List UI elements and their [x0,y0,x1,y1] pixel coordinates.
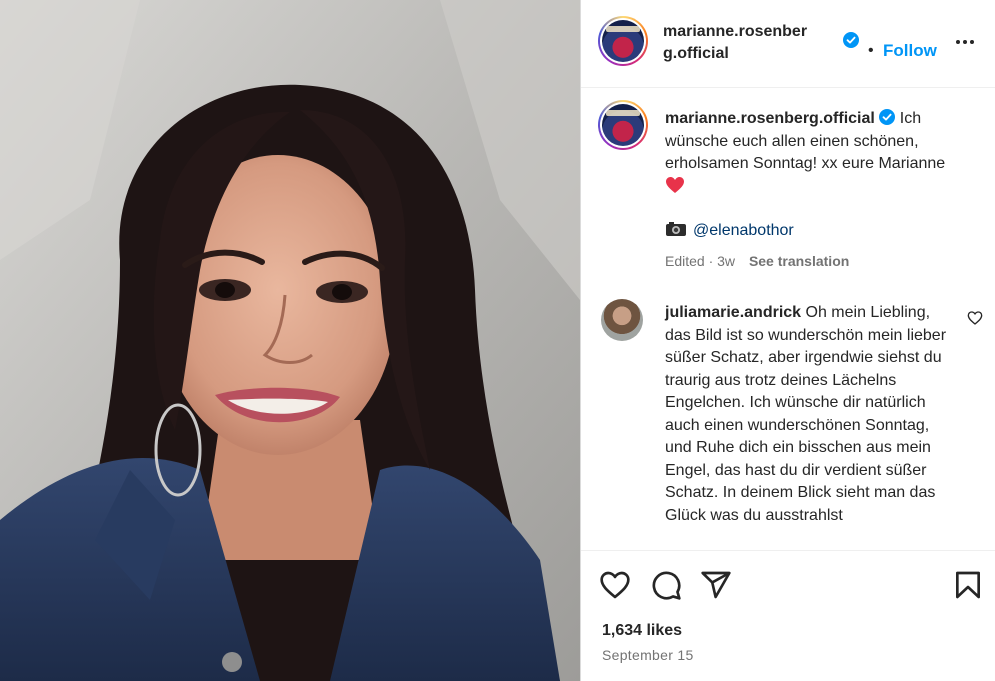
post-sidebar: marianne.rosenberg.official • Follow mar… [580,0,995,681]
author-username[interactable]: marianne.rosenberg.official [663,21,813,65]
photo-credit: @elenabothor [665,220,794,242]
caption-meta: Edited · 3w See translation [665,252,849,270]
author-avatar[interactable] [598,16,648,66]
post-date: September 15 [602,647,694,663]
save-bookmark-icon[interactable] [952,569,984,601]
comment-bubble-icon[interactable] [650,569,682,601]
share-send-icon[interactable] [700,569,732,601]
post-actions: 1,634 likes September 15 [581,550,995,681]
edited-timestamp: Edited · 3w [665,253,736,269]
portrait-photo [0,0,580,681]
post-caption: marianne.rosenberg.official Ich wünsche … [665,108,965,198]
camera-icon [666,222,686,236]
verified-badge-icon [879,109,896,125]
more-options-icon[interactable] [953,30,977,54]
credit-handle-link[interactable]: @elenabothor [693,222,794,239]
verified-badge-icon [843,32,859,48]
separator-dot: • [868,42,874,59]
like-heart-icon[interactable] [599,569,631,601]
likes-count[interactable]: 1,634 likes [602,621,682,641]
follow-button[interactable]: Follow [883,40,937,62]
red-heart-icon [666,176,684,193]
comment-avatar[interactable] [601,299,643,341]
comment-item: juliamarie.andrick Oh mein Liebling, das… [665,302,955,527]
see-translation-button[interactable]: See translation [749,253,849,269]
post-image[interactable] [0,0,580,681]
caption-author-avatar[interactable] [598,100,648,150]
caption-username[interactable]: marianne.rosenberg.official [665,110,875,127]
post-header: marianne.rosenberg.official • Follow [581,0,995,88]
comment-like-heart-icon[interactable] [967,310,983,326]
comment-text: Oh mein Liebling, das Bild ist so wunder… [665,304,947,524]
comment-username[interactable]: juliamarie.andrick [665,304,801,321]
